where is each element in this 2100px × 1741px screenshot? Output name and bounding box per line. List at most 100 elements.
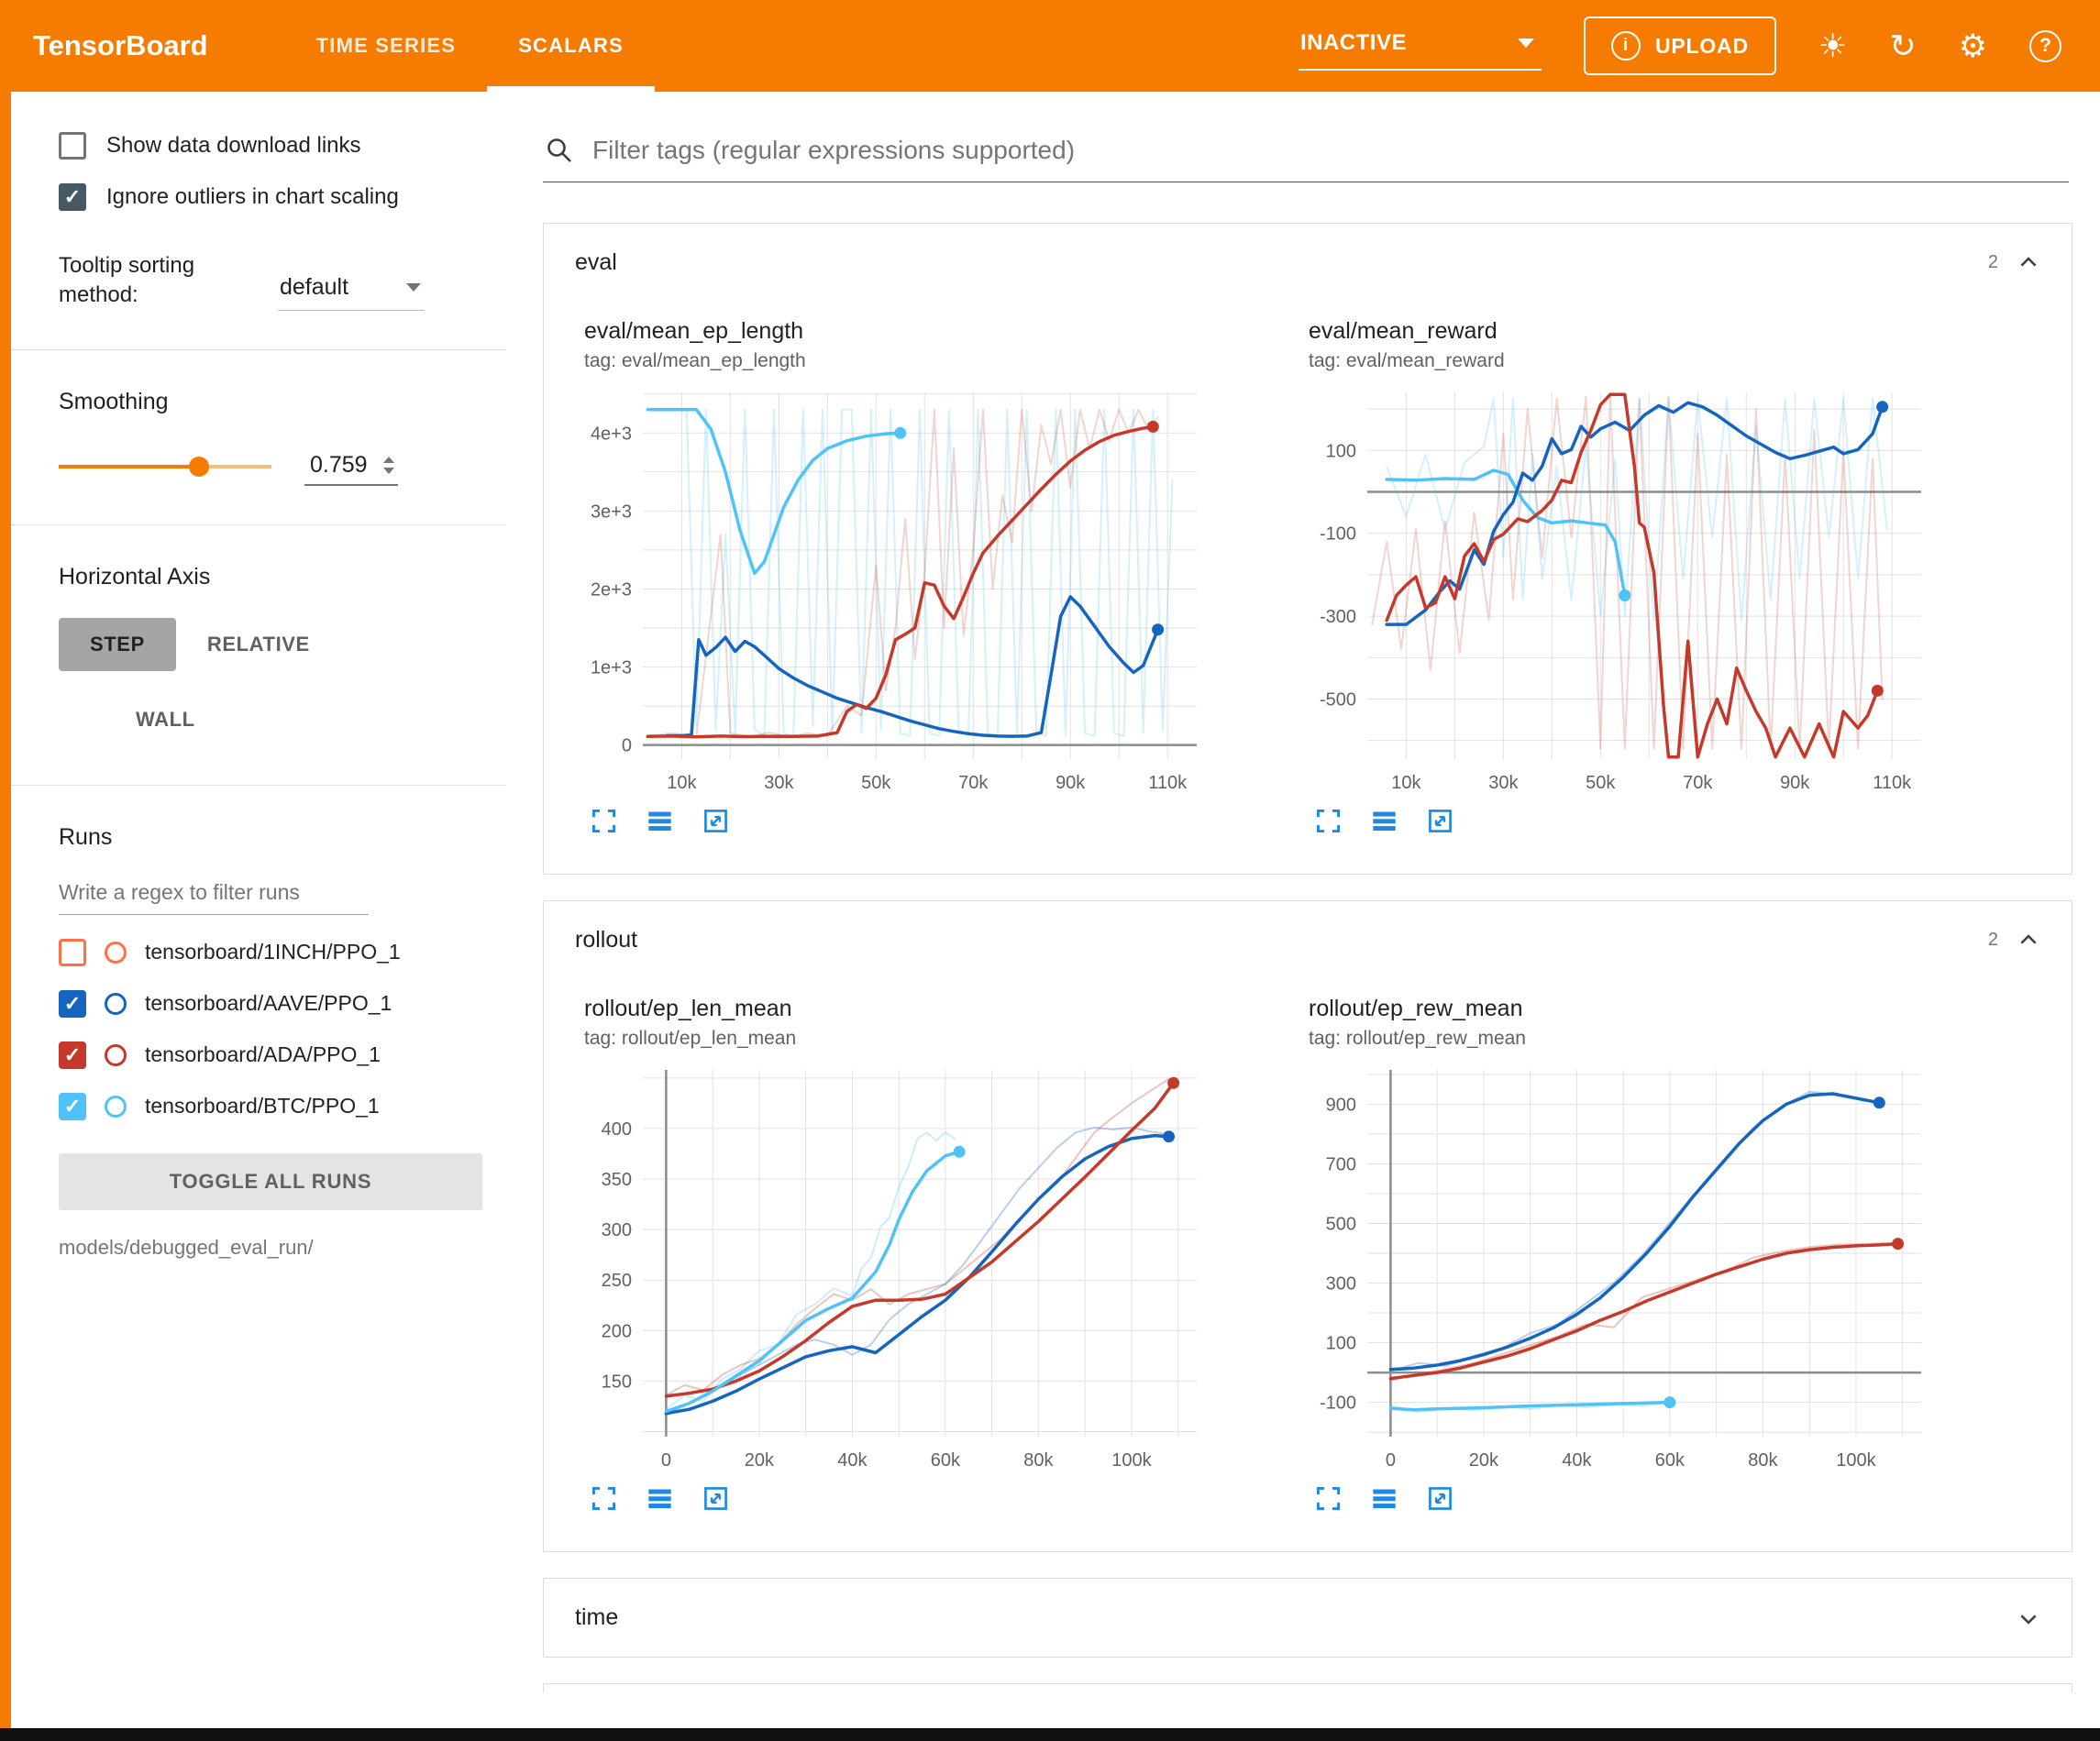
run-checkbox-1inch[interactable]	[59, 939, 86, 966]
chart-title: eval/mean_reward	[1309, 318, 1965, 345]
svg-text:60k: 60k	[931, 1450, 961, 1471]
tab-scalars[interactable]: SCALARS	[487, 0, 655, 92]
svg-text:900: 900	[1326, 1095, 1356, 1115]
section-title: rollout	[575, 927, 637, 953]
line-chart-eval-mean-reward[interactable]: 10k30k50k70k90k110k100-100-300-500	[1294, 380, 1936, 801]
section-eval: eval 2 eval/mean_ep_length tag: eval/mea…	[543, 223, 2072, 875]
number-spinner[interactable]	[383, 457, 394, 474]
chevron-up-icon[interactable]	[2017, 251, 2040, 275]
chart-title: eval/mean_ep_length	[584, 318, 1241, 345]
svg-text:-100: -100	[1320, 1394, 1356, 1414]
fit-domain-icon[interactable]	[702, 1484, 730, 1513]
run-label: tensorboard/BTC/PPO_1	[145, 1094, 380, 1118]
svg-text:500: 500	[1326, 1215, 1356, 1235]
svg-text:20k: 20k	[1469, 1450, 1499, 1471]
svg-text:110k: 110k	[1148, 773, 1188, 793]
section-rollout-header[interactable]: rollout 2	[544, 901, 2072, 979]
fit-domain-icon[interactable]	[1426, 1484, 1454, 1513]
svg-text:2e+3: 2e+3	[591, 580, 632, 601]
chevron-up-icon[interactable]	[2017, 929, 2040, 953]
svg-text:80k: 80k	[1748, 1450, 1778, 1471]
run-checkbox-aave[interactable]: ✓	[59, 990, 86, 1018]
axis-step-button[interactable]: STEP	[59, 618, 176, 671]
svg-text:250: 250	[602, 1271, 632, 1291]
chevron-down-icon[interactable]	[2017, 1606, 2040, 1630]
section-eval-header[interactable]: eval 2	[544, 224, 2072, 302]
axis-relative-button[interactable]: RELATIVE	[176, 618, 341, 671]
run-label: tensorboard/ADA/PPO_1	[145, 1042, 381, 1067]
smoothing-slider[interactable]	[59, 456, 271, 478]
section-count: 2	[1988, 252, 1998, 273]
fit-domain-icon[interactable]	[702, 807, 730, 835]
tab-bar: TIME SERIES SCALARS	[285, 0, 655, 92]
run-checkbox-btc[interactable]: ✓	[59, 1093, 86, 1120]
runs-filter-input[interactable]	[59, 875, 369, 915]
svg-text:100k: 100k	[1111, 1450, 1152, 1471]
line-chart-rollout-ep-rew-mean[interactable]: 020k40k60k80k100k-100100300500700900	[1294, 1057, 1936, 1479]
gear-icon[interactable]: ⚙	[1959, 30, 1987, 62]
run-row-ada: ✓ tensorboard/ADA/PPO_1	[59, 1041, 506, 1069]
run-color-circle[interactable]	[105, 1096, 127, 1118]
upload-button-label: UPLOAD	[1655, 34, 1749, 59]
run-color-circle[interactable]	[105, 1044, 127, 1066]
help-icon[interactable]: ?	[2029, 30, 2061, 62]
show-download-links-checkbox[interactable]	[59, 132, 86, 160]
svg-text:150: 150	[602, 1372, 632, 1392]
tooltip-sorting-label: Tooltip sorting method:	[59, 251, 247, 311]
chart-toolbar	[1314, 1484, 1965, 1513]
show-download-links-row: Show data download links	[59, 132, 506, 160]
chevron-down-icon	[1518, 39, 1534, 48]
run-row-1inch: tensorboard/1INCH/PPO_1	[59, 939, 506, 966]
ignore-outliers-row: ✓ Ignore outliers in chart scaling	[59, 183, 506, 211]
run-color-circle[interactable]	[105, 942, 127, 964]
run-color-circle[interactable]	[105, 993, 127, 1015]
runs-logdir-caption: models/debugged_eval_run/	[59, 1236, 506, 1260]
ignore-outliers-label: Ignore outliers in chart scaling	[106, 184, 399, 210]
status-dropdown[interactable]: INACTIVE	[1299, 21, 1542, 71]
line-chart-eval-mean-ep-length[interactable]: 10k30k50k70k90k110k01e+32e+33e+34e+3	[569, 380, 1211, 801]
chart-card-rollout-ep-rew-mean: rollout/ep_rew_mean tag: rollout/ep_rew_…	[1279, 986, 1965, 1513]
data-table-icon[interactable]	[1370, 807, 1398, 835]
upload-button[interactable]: i UPLOAD	[1584, 17, 1776, 75]
expand-chart-icon[interactable]	[590, 807, 618, 835]
data-table-icon[interactable]	[646, 1484, 674, 1513]
chart-card-eval-mean-ep-length: eval/mean_ep_length tag: eval/mean_ep_le…	[555, 309, 1241, 835]
settings-sidebar: Show data download links ✓ Ignore outlie…	[11, 92, 514, 1728]
expand-chart-icon[interactable]	[1314, 807, 1343, 835]
spinner-down-icon[interactable]	[383, 468, 394, 474]
run-label: tensorboard/1INCH/PPO_1	[145, 940, 401, 964]
spinner-up-icon[interactable]	[383, 457, 394, 463]
expand-chart-icon[interactable]	[1314, 1484, 1343, 1513]
line-chart-rollout-ep-len-mean[interactable]: 020k40k60k80k100k150200250300350400	[569, 1057, 1211, 1479]
data-table-icon[interactable]	[1370, 1484, 1398, 1513]
chart-title: rollout/ep_len_mean	[584, 996, 1241, 1022]
filter-tags-input[interactable]	[592, 136, 2061, 165]
tab-time-series[interactable]: TIME SERIES	[285, 0, 488, 92]
slider-knob[interactable]	[189, 457, 209, 477]
svg-text:300: 300	[1326, 1274, 1356, 1295]
main-content: eval 2 eval/mean_ep_length tag: eval/mea…	[543, 92, 2072, 1692]
svg-text:1e+3: 1e+3	[591, 658, 632, 678]
slider-fill	[59, 465, 199, 468]
chart-tag: tag: rollout/ep_len_mean	[584, 1028, 1241, 1050]
axis-wall-button[interactable]: WALL	[105, 693, 227, 746]
smoothing-row: 0.759	[59, 448, 506, 486]
svg-text:80k: 80k	[1023, 1450, 1054, 1471]
run-checkbox-ada[interactable]: ✓	[59, 1041, 86, 1069]
horizontal-axis-heading: Horizontal Axis	[59, 564, 506, 590]
fit-domain-icon[interactable]	[1426, 807, 1454, 835]
section-time-header[interactable]: time	[544, 1579, 2072, 1657]
smoothing-value-input[interactable]: 0.759	[304, 448, 398, 486]
svg-text:30k: 30k	[1488, 773, 1519, 793]
expand-chart-icon[interactable]	[590, 1484, 618, 1513]
section-rollout: rollout 2 rollout/ep_len_mean tag: rollo…	[543, 900, 2072, 1552]
brightness-icon[interactable]: ☀	[1818, 30, 1847, 62]
chart-tag: tag: eval/mean_ep_length	[584, 350, 1241, 372]
toggle-all-runs-button[interactable]: TOGGLE ALL RUNS	[59, 1153, 482, 1210]
tooltip-sorting-select[interactable]: default	[278, 269, 425, 311]
ignore-outliers-checkbox[interactable]: ✓	[59, 183, 86, 211]
svg-text:20k: 20k	[745, 1450, 775, 1471]
data-table-icon[interactable]	[646, 807, 674, 835]
svg-text:100: 100	[1326, 1334, 1356, 1354]
refresh-icon[interactable]: ↻	[1889, 30, 1916, 62]
